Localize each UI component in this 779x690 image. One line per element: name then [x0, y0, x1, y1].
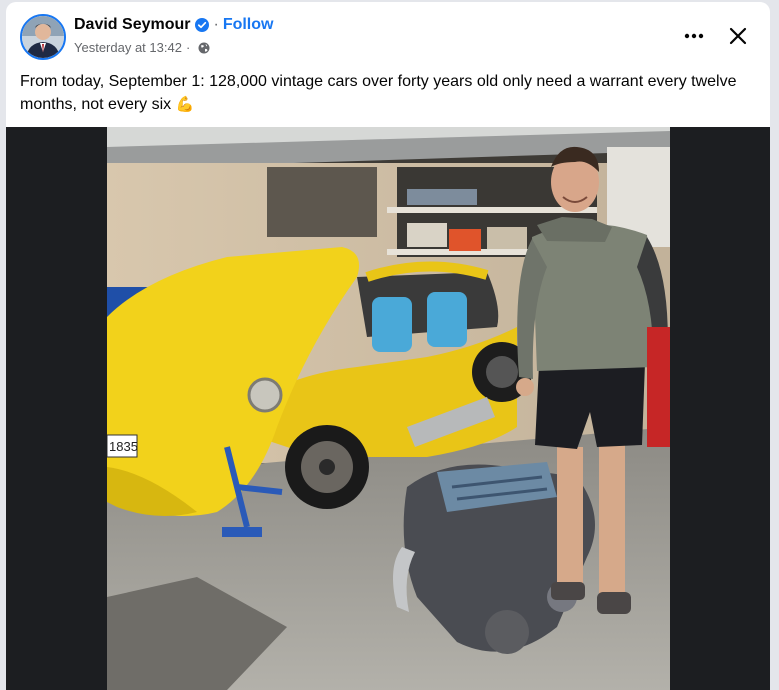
author-line: David Seymour · Follow: [74, 16, 273, 34]
post-photo[interactable]: 1835: [107, 127, 670, 690]
post-card: David Seymour · Follow Yesterday at 13:4…: [6, 2, 770, 690]
flexed-biceps-emoji: 💪: [175, 96, 195, 113]
post-timestamp[interactable]: Yesterday at 13:42: [74, 40, 182, 55]
post-header: David Seymour · Follow Yesterday at 13:4…: [6, 2, 770, 64]
globe-icon[interactable]: [198, 42, 210, 54]
meta-separator-dot: ·: [185, 40, 191, 55]
separator-dot: ·: [213, 16, 219, 33]
verified-badge-icon: [195, 18, 210, 32]
ellipsis-icon: [684, 33, 704, 39]
post-meta: Yesterday at 13:42 ·: [74, 40, 210, 55]
post-media[interactable]: 1835: [6, 127, 770, 690]
more-options-button[interactable]: [680, 22, 708, 50]
author-name[interactable]: David Seymour: [74, 16, 190, 34]
post-text-content: From today, September 1: 128,000 vintage…: [20, 73, 737, 113]
number-plate-text: 1835: [109, 439, 138, 454]
close-button[interactable]: [724, 22, 752, 50]
author-avatar[interactable]: [20, 14, 66, 60]
follow-button[interactable]: Follow: [223, 16, 274, 34]
post-body-text: From today, September 1: 128,000 vintage…: [20, 70, 750, 116]
close-icon: [729, 27, 747, 45]
